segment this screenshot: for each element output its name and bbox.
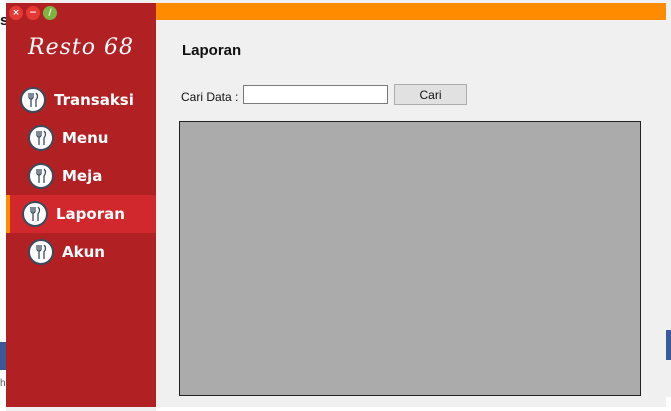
restaurant-icon — [28, 125, 54, 151]
sidebar-item-meja[interactable]: Meja — [6, 157, 156, 195]
sidebar-item-label: Meja — [62, 167, 103, 185]
sidebar-item-transaksi[interactable]: Transaksi — [6, 81, 156, 119]
page-title: Laporan — [182, 42, 242, 59]
sidebar-item-laporan[interactable]: Laporan — [6, 195, 156, 233]
minimize-icon[interactable]: − — [26, 6, 40, 20]
sidebar: × − / Resto 68 Transaksi Menu Meja Lapor… — [6, 3, 156, 407]
restaurant-icon — [28, 239, 54, 265]
sidebar-item-menu[interactable]: Menu — [6, 119, 156, 157]
brand-logo: Resto 68 — [28, 35, 134, 60]
search-label: Cari Data : — [181, 90, 239, 104]
report-data-grid[interactable] — [179, 121, 641, 396]
restaurant-icon — [22, 201, 48, 227]
restaurant-icon — [20, 87, 46, 113]
sidebar-item-label: Akun — [62, 243, 105, 261]
search-input[interactable] — [243, 85, 388, 104]
background-bar — [666, 330, 671, 360]
sidebar-nav: Transaksi Menu Meja Laporan Akun — [6, 81, 156, 271]
background-text: h — [0, 378, 6, 389]
sidebar-item-akun[interactable]: Akun — [6, 233, 156, 271]
sidebar-item-label: Laporan — [56, 205, 125, 223]
app-window: × − / Resto 68 Transaksi Menu Meja Lapor… — [6, 3, 666, 407]
sidebar-item-label: Menu — [62, 129, 109, 147]
window-controls: × − / — [9, 6, 57, 20]
search-button[interactable]: Cari — [394, 84, 467, 105]
sidebar-item-label: Transaksi — [54, 91, 134, 109]
main-content: Laporan Cari Data : Cari — [156, 3, 666, 407]
accent-bar — [156, 3, 666, 20]
maximize-icon[interactable]: / — [43, 6, 57, 20]
close-icon[interactable]: × — [9, 6, 23, 20]
restaurant-icon — [28, 163, 54, 189]
